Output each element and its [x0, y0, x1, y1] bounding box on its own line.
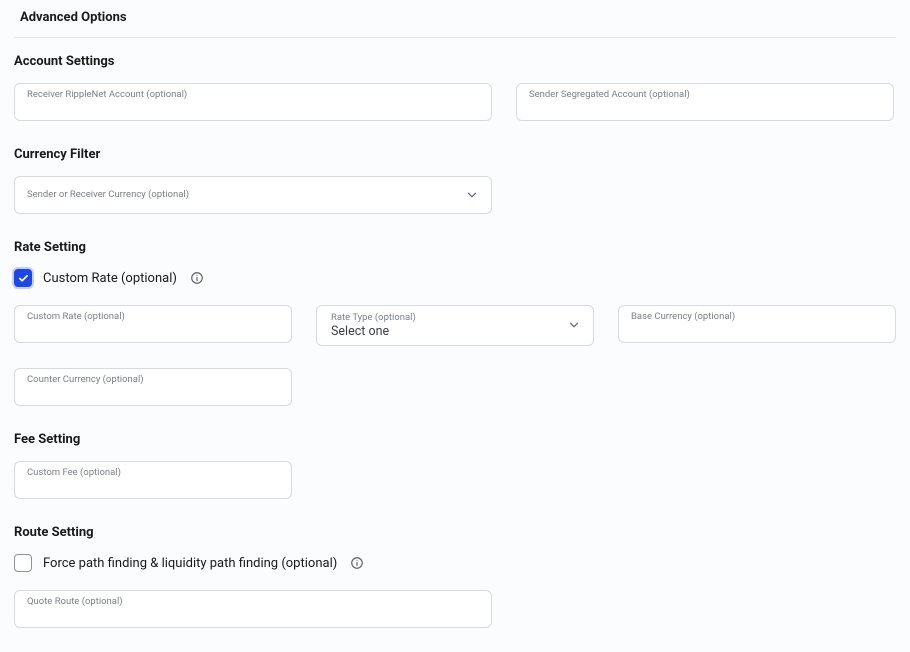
- rate-setting-section: Rate Setting Custom Rate (optional) Cust…: [14, 240, 896, 406]
- currency-filter-label: Sender or Receiver Currency (optional): [27, 189, 189, 200]
- base-currency-field[interactable]: Base Currency (optional): [618, 305, 896, 343]
- custom-rate-checkbox-label: Custom Rate (optional): [43, 271, 177, 286]
- currency-filter-select[interactable]: Sender or Receiver Currency (optional): [14, 176, 492, 214]
- info-icon[interactable]: [350, 556, 364, 570]
- route-setting-title: Route Setting: [14, 525, 896, 540]
- receiver-ripplenet-account-field[interactable]: Receiver RippleNet Account (optional): [14, 83, 492, 121]
- rate-type-placeholder: Select one: [331, 324, 416, 339]
- custom-fee-field[interactable]: Custom Fee (optional): [14, 461, 292, 499]
- counter-currency-field[interactable]: Counter Currency (optional): [14, 368, 292, 406]
- force-path-checkbox[interactable]: [14, 554, 32, 572]
- route-setting-section: Route Setting Force path finding & liqui…: [14, 525, 896, 628]
- quote-route-field[interactable]: Quote Route (optional): [14, 590, 492, 628]
- fee-setting-section: Fee Setting Custom Fee (optional): [14, 432, 896, 499]
- quote-route-input[interactable]: [27, 608, 479, 622]
- account-settings-section: Account Settings Receiver RippleNet Acco…: [14, 54, 896, 121]
- rate-type-label: Rate Type (optional): [331, 312, 416, 323]
- fee-setting-title: Fee Setting: [14, 432, 896, 447]
- counter-currency-label: Counter Currency (optional): [27, 374, 279, 385]
- rate-setting-title: Rate Setting: [14, 240, 896, 255]
- custom-rate-field[interactable]: Custom Rate (optional): [14, 305, 292, 343]
- custom-rate-label: Custom Rate (optional): [27, 311, 279, 322]
- quote-route-label: Quote Route (optional): [27, 596, 479, 607]
- custom-fee-input[interactable]: [27, 479, 279, 493]
- custom-fee-label: Custom Fee (optional): [27, 467, 279, 478]
- base-currency-input[interactable]: [631, 323, 883, 337]
- info-icon[interactable]: [190, 271, 204, 285]
- counter-currency-input[interactable]: [27, 386, 279, 400]
- sender-segregated-account-label: Sender Segregated Account (optional): [529, 89, 881, 100]
- custom-rate-input[interactable]: [27, 323, 279, 337]
- page-title: Advanced Options: [14, 0, 896, 37]
- custom-rate-checkbox[interactable]: [14, 269, 32, 287]
- chevron-down-icon: [465, 188, 479, 202]
- receiver-ripplenet-account-input[interactable]: [27, 101, 479, 115]
- chevron-down-icon: [567, 318, 581, 332]
- base-currency-label: Base Currency (optional): [631, 311, 883, 322]
- currency-filter-title: Currency Filter: [14, 147, 896, 162]
- receiver-ripplenet-account-label: Receiver RippleNet Account (optional): [27, 89, 479, 100]
- divider: [14, 37, 896, 38]
- rate-type-select[interactable]: Rate Type (optional) Select one: [316, 305, 594, 346]
- account-settings-title: Account Settings: [14, 54, 896, 69]
- force-path-checkbox-label: Force path finding & liquidity path find…: [43, 556, 337, 571]
- sender-segregated-account-input[interactable]: [529, 101, 881, 115]
- sender-segregated-account-field[interactable]: Sender Segregated Account (optional): [516, 83, 894, 121]
- currency-filter-section: Currency Filter Sender or Receiver Curre…: [14, 147, 896, 214]
